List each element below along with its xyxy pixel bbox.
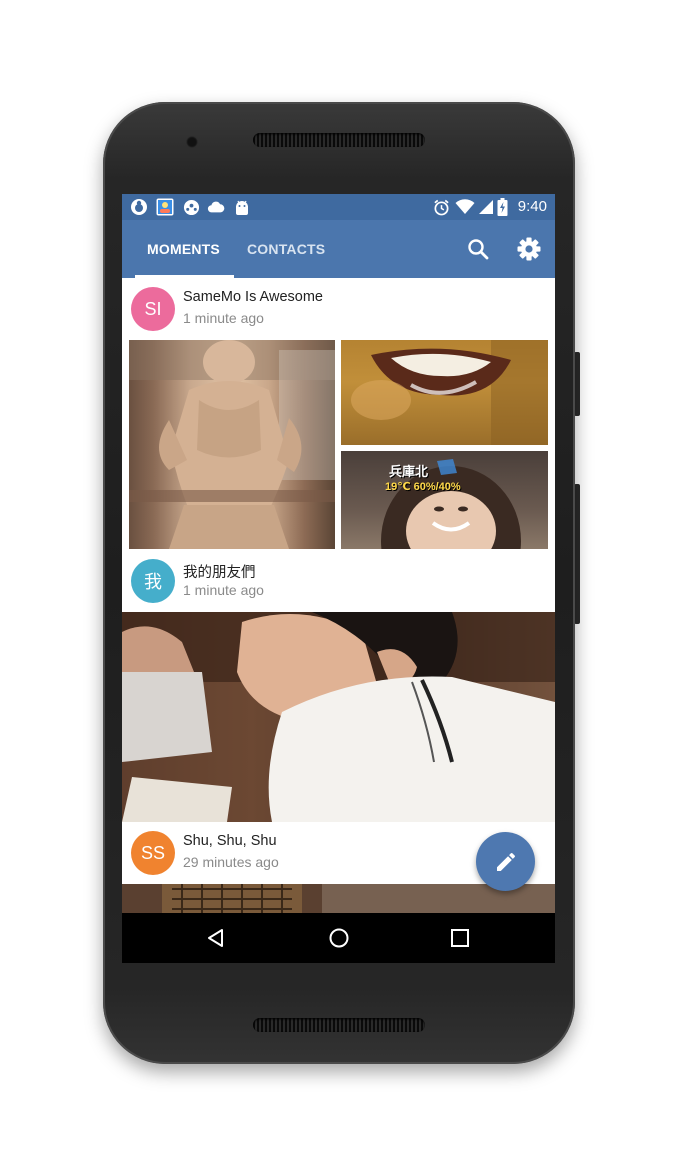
signal-icon <box>477 198 495 216</box>
avatar[interactable]: 我 <box>131 559 175 603</box>
post-photo-grid: 兵庫北 19℃ 60%/40% <box>122 340 555 550</box>
alarm-icon <box>432 198 450 216</box>
post-header[interactable]: SI SameMo Is Awesome 1 minute ago <box>122 278 555 340</box>
compose-fab[interactable] <box>476 832 535 891</box>
post-photo[interactable]: 兵庫北 19℃ 60%/40% <box>341 451 548 549</box>
home-icon[interactable] <box>327 926 351 950</box>
avatar[interactable]: SS <box>131 831 175 875</box>
post-author: SameMo Is Awesome <box>183 289 323 305</box>
avatar-initials: SS <box>140 842 165 863</box>
battery-charging-icon <box>496 198 508 216</box>
android-icon <box>233 198 251 216</box>
tab-contacts[interactable]: CONTACTS <box>247 220 325 278</box>
tv-location-label: 兵庫北 <box>389 464 429 479</box>
recents-icon[interactable] <box>448 926 472 950</box>
soccer-icon <box>182 198 200 216</box>
bottom-speaker <box>253 1018 425 1032</box>
contacts-app-icon <box>156 198 174 216</box>
clock: 9:40 <box>517 198 547 215</box>
post-photo[interactable] <box>341 340 548 445</box>
screen: 9:40 MOMENTS CONTACTS SI SameMo Is Aweso… <box>122 194 555 963</box>
tab-moments[interactable]: MOMENTS <box>147 220 220 278</box>
avatar[interactable]: SI <box>131 287 175 331</box>
post-author: 我的朋友們 <box>183 565 256 581</box>
app-bar: MOMENTS CONTACTS <box>122 220 555 278</box>
moments-feed[interactable]: SI SameMo Is Awesome 1 minute ago 兵庫北 19… <box>122 278 555 913</box>
app-icon <box>130 198 148 216</box>
avatar-initials: 我 <box>144 572 162 592</box>
post-photo[interactable] <box>129 340 335 549</box>
tab-moments-label: MOMENTS <box>147 241 220 257</box>
post-photo[interactable] <box>122 612 555 822</box>
front-camera <box>186 136 198 148</box>
navigation-bar <box>122 913 555 963</box>
pencil-icon <box>496 852 515 871</box>
status-bar: 9:40 <box>122 194 555 220</box>
post-author: Shu, Shu, Shu <box>183 833 277 849</box>
top-speaker <box>253 133 425 147</box>
post-header[interactable]: 我 我的朋友們 1 minute ago <box>122 550 555 612</box>
tv-weather-label: 19℃ 60%/40% <box>385 481 461 493</box>
search-icon[interactable] <box>464 235 492 263</box>
settings-icon[interactable] <box>515 235 543 263</box>
post-photo[interactable] <box>122 884 555 913</box>
back-icon[interactable] <box>204 926 228 950</box>
post-time: 1 minute ago <box>183 582 264 598</box>
post-time: 1 minute ago <box>183 310 264 326</box>
tab-contacts-label: CONTACTS <box>247 241 326 257</box>
avatar-initials: SI <box>144 298 162 319</box>
wifi-icon <box>455 198 475 216</box>
cloud-icon <box>207 198 225 216</box>
post-time: 29 minutes ago <box>183 854 279 870</box>
